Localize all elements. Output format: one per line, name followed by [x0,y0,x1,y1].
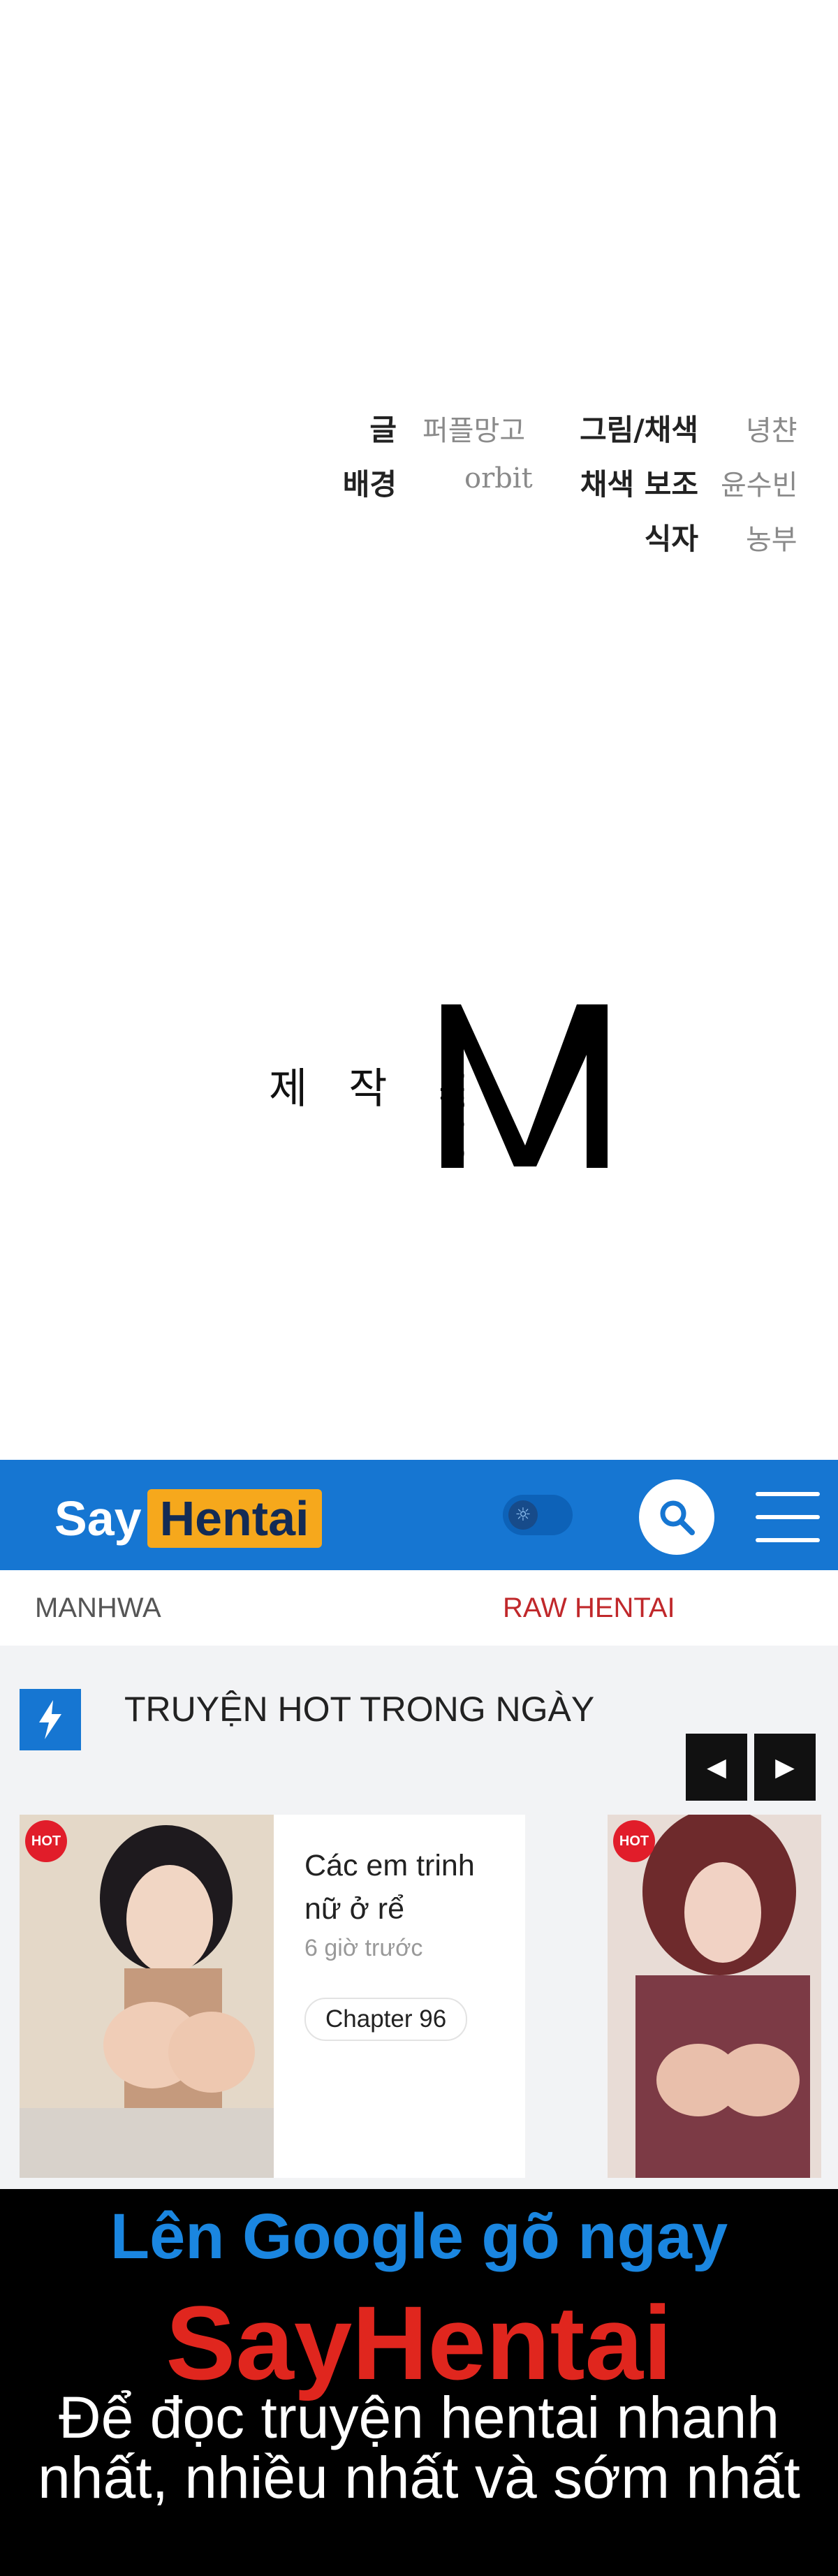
comic-card[interactable]: HOT Các em trinh nữ ở rể 6 giờ trước Cha… [20,1815,525,2178]
studio-word: studio [436,1067,471,1161]
menu-bar-icon [756,1538,820,1542]
credit-name-lettering: 농부 [746,524,797,556]
theme-toggle[interactable]: ☼ [503,1495,573,1535]
studio-m-logo: studio [436,1004,608,1168]
nav-manhwa[interactable]: MANHWA [35,1593,161,1624]
cover-illustration [20,1815,274,2178]
credit-role-lettering: 식자 [644,522,698,556]
hot-badge: HOT [613,1820,655,1862]
logo-hentai-text: Hentai [147,1489,322,1548]
credit-role-story: 글 [369,413,397,447]
produced-by-label: 제 작 [269,1064,402,1113]
menu-bar-icon [756,1492,820,1496]
promo-line-google: Lên Google gõ ngay [110,2201,728,2272]
credit-name-story: 퍼플망고 [422,415,526,447]
next-arrow-button[interactable]: ▶ [754,1734,816,1801]
hamburger-menu-button[interactable] [756,1492,820,1542]
cover-illustration-2 [608,1815,821,2178]
logo-say-text: Say [54,1491,142,1546]
credit-name-background: orbit [464,462,533,495]
credit-role-background: 배경 [342,467,397,502]
credit-name-art: 녕챤 [746,415,797,447]
promo-line-description: Để đọc truyện hentai nhanh nhất, nhiều n… [38,2385,800,2510]
category-nav: MANHWA RAW HENTAI [0,1570,838,1647]
lightning-icon [20,1689,81,1750]
comic-card-2[interactable]: HOT [608,1815,821,2178]
credit-role-color-assist: 채색 보조 [580,467,698,502]
comic-title[interactable]: Các em trinh nữ ở rể [304,1844,514,1931]
credit-role-art: 그림/채색 [580,413,698,447]
nav-raw-hentai[interactable]: RAW HENTAI [503,1593,675,1624]
chevron-left-icon: ◀ [707,1752,726,1782]
section-title: TRUYỆN HOT TRONG NGÀY [124,1690,595,1729]
sun-icon: ☼ [508,1500,538,1530]
chevron-right-icon: ▶ [775,1752,795,1782]
chapter-button[interactable]: Chapter 96 [304,1998,468,2041]
search-button[interactable] [639,1479,714,1555]
credits-page: 글 퍼플망고 그림/채색 녕챤 배경 orbit 채색 보조 윤수빈 식자 농부… [0,0,838,1460]
menu-bar-icon [756,1515,820,1519]
comic-time: 6 giờ trước [304,1935,423,1961]
hot-badge: HOT [25,1820,67,1862]
prev-arrow-button[interactable]: ◀ [686,1734,747,1801]
comic-cover-image[interactable]: HOT [20,1815,274,2178]
search-icon [660,1500,695,1535]
site-logo[interactable]: Say Hentai [54,1484,322,1553]
credit-name-color-assist: 윤수빈 [721,469,798,502]
